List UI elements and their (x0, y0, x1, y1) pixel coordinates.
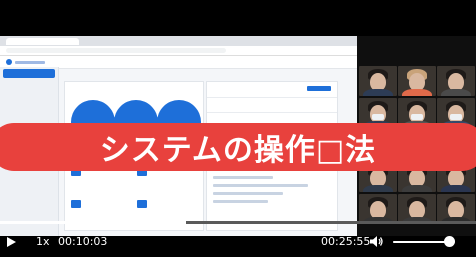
app-logo-icon (6, 59, 12, 65)
participant-tile (359, 194, 397, 224)
volume-slider-handle[interactable] (443, 236, 455, 247)
sidebar-item (3, 69, 55, 78)
caption-banner: システムの操作□法 (0, 123, 476, 171)
volume-level (393, 241, 449, 243)
participant-tile (437, 66, 475, 96)
browser-tab (6, 37, 79, 45)
duration: 00:25:55 (321, 235, 371, 248)
play-icon[interactable] (7, 237, 16, 247)
playback-speed-button[interactable]: 1x (36, 235, 50, 248)
sidebar-item (3, 91, 55, 100)
video-player: システムの操作□法 1x 00:10:03 00:25:55 (0, 0, 476, 257)
participant-tile (398, 66, 436, 96)
sidebar-item (3, 113, 55, 122)
seek-bar[interactable] (0, 221, 476, 224)
sidebar-item (3, 102, 55, 111)
volume-icon[interactable] (370, 236, 384, 247)
browser-urlbar (0, 46, 357, 56)
participant-tile (359, 66, 397, 96)
video-frame[interactable]: システムの操作□法 (0, 36, 476, 236)
caption-text: システムの操作□法 (99, 133, 377, 168)
seek-bar-played (0, 221, 186, 224)
participant-tile (398, 194, 436, 224)
participant-tile (437, 194, 475, 224)
sidebar-item (3, 80, 55, 89)
current-time: 00:10:03 (58, 235, 108, 248)
browser-tabbar (0, 36, 357, 46)
player-controls: 1x 00:10:03 00:25:55 (0, 229, 476, 253)
